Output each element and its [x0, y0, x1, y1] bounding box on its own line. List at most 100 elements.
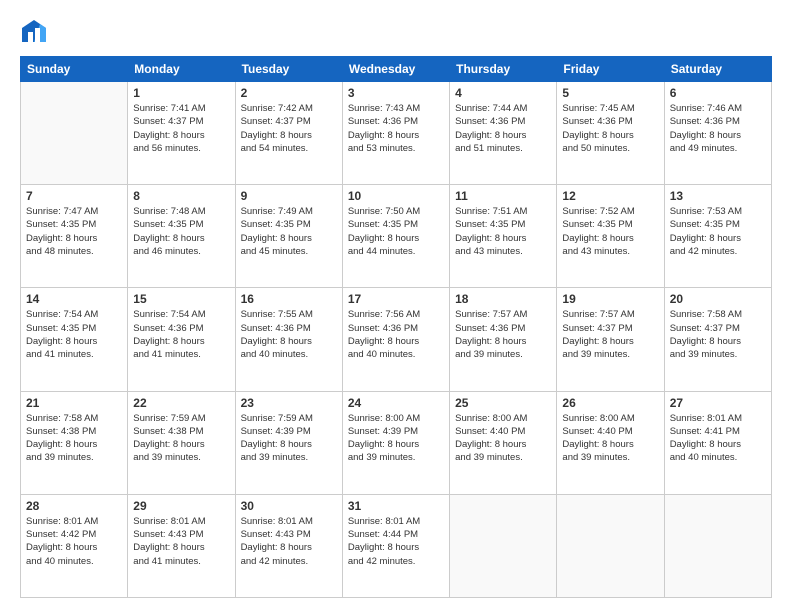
calendar-cell: 31Sunrise: 8:01 AM Sunset: 4:44 PM Dayli… — [342, 494, 449, 597]
day-number: 13 — [670, 189, 766, 203]
day-number: 20 — [670, 292, 766, 306]
calendar-cell: 17 Sunrise: 7:56 AM Sunset: 4:36 PM Dayli… — [342, 288, 449, 391]
day-number: 5 — [562, 86, 658, 100]
day-number: 10 — [348, 189, 444, 203]
day-number: 25 — [455, 396, 551, 410]
calendar-cell: 30Sunrise: 8:01 AM Sunset: 4:43 PM Dayli… — [235, 494, 342, 597]
calendar-cell: 1 Sunrise: 7:41 AM Sunset: 4:37 PM Daylig… — [128, 82, 235, 185]
logo — [20, 18, 52, 46]
calendar-cell: 15 Sunrise: 7:54 AM Sunset: 4:36 PM Dayli… — [128, 288, 235, 391]
calendar-cell: 11Sunrise: 7:51 AM Sunset: 4:35 PM Dayli… — [450, 185, 557, 288]
day-info: Sunrise: 8:01 AM Sunset: 4:41 PM Dayligh… — [670, 412, 766, 465]
day-info: Sunrise: 7:59 AM Sunset: 4:39 PM Dayligh… — [241, 412, 337, 465]
calendar-cell: 6Sunrise: 7:46 AM Sunset: 4:36 PM Daylig… — [664, 82, 771, 185]
calendar-header: SundayMondayTuesdayWednesdayThursdayFrid… — [21, 57, 772, 82]
calendar-cell: 12 Sunrise: 7:52 AM Sunset: 4:35 PM Dayli… — [557, 185, 664, 288]
day-info: Sunrise: 7:50 AM Sunset: 4:35 PM Dayligh… — [348, 205, 444, 258]
day-info: Sunrise: 7:57 AM Sunset: 4:36 PM Dayligh… — [455, 308, 551, 361]
day-number: 21 — [26, 396, 122, 410]
day-number: 12 — [562, 189, 658, 203]
logo-icon — [20, 18, 48, 46]
calendar-cell: 29Sunrise: 8:01 AM Sunset: 4:43 PM Dayli… — [128, 494, 235, 597]
day-number: 7 — [26, 189, 122, 203]
day-number: 3 — [348, 86, 444, 100]
day-number: 4 — [455, 86, 551, 100]
calendar-week-row: 14 Sunrise: 7:54 AM Sunset: 4:35 PM Dayli… — [21, 288, 772, 391]
calendar-cell: 19 Sunrise: 7:57 AM Sunset: 4:37 PM Dayli… — [557, 288, 664, 391]
calendar-cell: 9 Sunrise: 7:49 AM Sunset: 4:35 PM Daylig… — [235, 185, 342, 288]
calendar-cell: 13Sunrise: 7:53 AM Sunset: 4:35 PM Dayli… — [664, 185, 771, 288]
weekday-header-cell: Thursday — [450, 57, 557, 82]
day-info: Sunrise: 8:01 AM Sunset: 4:42 PM Dayligh… — [26, 515, 122, 568]
calendar-cell: 28 Sunrise: 8:01 AM Sunset: 4:42 PM Dayli… — [21, 494, 128, 597]
day-info: Sunrise: 7:41 AM Sunset: 4:37 PM Dayligh… — [133, 102, 229, 155]
day-info: Sunrise: 7:47 AM Sunset: 4:35 PM Dayligh… — [26, 205, 122, 258]
calendar-week-row: 1 Sunrise: 7:41 AM Sunset: 4:37 PM Daylig… — [21, 82, 772, 185]
calendar-cell: 5 Sunrise: 7:45 AM Sunset: 4:36 PM Daylig… — [557, 82, 664, 185]
calendar-cell: 16 Sunrise: 7:55 AM Sunset: 4:36 PM Dayli… — [235, 288, 342, 391]
day-number: 9 — [241, 189, 337, 203]
calendar-cell: 3 Sunrise: 7:43 AM Sunset: 4:36 PM Daylig… — [342, 82, 449, 185]
day-info: Sunrise: 7:56 AM Sunset: 4:36 PM Dayligh… — [348, 308, 444, 361]
weekday-header-cell: Tuesday — [235, 57, 342, 82]
calendar-cell — [664, 494, 771, 597]
weekday-header-cell: Friday — [557, 57, 664, 82]
day-info: Sunrise: 8:01 AM Sunset: 4:43 PM Dayligh… — [241, 515, 337, 568]
day-info: Sunrise: 7:58 AM Sunset: 4:37 PM Dayligh… — [670, 308, 766, 361]
weekday-header-cell: Saturday — [664, 57, 771, 82]
weekday-header-cell: Wednesday — [342, 57, 449, 82]
day-info: Sunrise: 8:00 AM Sunset: 4:39 PM Dayligh… — [348, 412, 444, 465]
day-number: 22 — [133, 396, 229, 410]
day-info: Sunrise: 7:57 AM Sunset: 4:37 PM Dayligh… — [562, 308, 658, 361]
calendar-cell — [21, 82, 128, 185]
day-info: Sunrise: 7:44 AM Sunset: 4:36 PM Dayligh… — [455, 102, 551, 155]
day-info: Sunrise: 7:43 AM Sunset: 4:36 PM Dayligh… — [348, 102, 444, 155]
day-number: 17 — [348, 292, 444, 306]
weekday-header-row: SundayMondayTuesdayWednesdayThursdayFrid… — [21, 57, 772, 82]
day-number: 24 — [348, 396, 444, 410]
day-info: Sunrise: 7:52 AM Sunset: 4:35 PM Dayligh… — [562, 205, 658, 258]
day-number: 28 — [26, 499, 122, 513]
day-info: Sunrise: 7:59 AM Sunset: 4:38 PM Dayligh… — [133, 412, 229, 465]
calendar-cell: 7 Sunrise: 7:47 AM Sunset: 4:35 PM Daylig… — [21, 185, 128, 288]
calendar-cell: 18 Sunrise: 7:57 AM Sunset: 4:36 PM Dayli… — [450, 288, 557, 391]
day-number: 26 — [562, 396, 658, 410]
calendar-cell: 24 Sunrise: 8:00 AM Sunset: 4:39 PM Dayli… — [342, 391, 449, 494]
day-info: Sunrise: 7:42 AM Sunset: 4:37 PM Dayligh… — [241, 102, 337, 155]
day-info: Sunrise: 7:55 AM Sunset: 4:36 PM Dayligh… — [241, 308, 337, 361]
day-info: Sunrise: 7:45 AM Sunset: 4:36 PM Dayligh… — [562, 102, 658, 155]
calendar-cell — [450, 494, 557, 597]
day-info: Sunrise: 7:54 AM Sunset: 4:36 PM Dayligh… — [133, 308, 229, 361]
calendar-cell: 26Sunrise: 8:00 AM Sunset: 4:40 PM Dayli… — [557, 391, 664, 494]
calendar-cell: 23 Sunrise: 7:59 AM Sunset: 4:39 PM Dayli… — [235, 391, 342, 494]
day-number: 27 — [670, 396, 766, 410]
calendar-cell: 27 Sunrise: 8:01 AM Sunset: 4:41 PM Dayli… — [664, 391, 771, 494]
weekday-header-cell: Sunday — [21, 57, 128, 82]
day-number: 23 — [241, 396, 337, 410]
day-number: 2 — [241, 86, 337, 100]
calendar-cell: 2 Sunrise: 7:42 AM Sunset: 4:37 PM Daylig… — [235, 82, 342, 185]
calendar-week-row: 21Sunrise: 7:58 AM Sunset: 4:38 PM Dayli… — [21, 391, 772, 494]
page: SundayMondayTuesdayWednesdayThursdayFrid… — [0, 0, 792, 612]
day-number: 6 — [670, 86, 766, 100]
calendar: SundayMondayTuesdayWednesdayThursdayFrid… — [20, 56, 772, 598]
weekday-header-cell: Monday — [128, 57, 235, 82]
calendar-cell: 4 Sunrise: 7:44 AM Sunset: 4:36 PM Daylig… — [450, 82, 557, 185]
day-number: 15 — [133, 292, 229, 306]
day-info: Sunrise: 7:49 AM Sunset: 4:35 PM Dayligh… — [241, 205, 337, 258]
calendar-cell: 8Sunrise: 7:48 AM Sunset: 4:35 PM Daylig… — [128, 185, 235, 288]
day-info: Sunrise: 8:00 AM Sunset: 4:40 PM Dayligh… — [455, 412, 551, 465]
day-number: 14 — [26, 292, 122, 306]
calendar-cell: 14 Sunrise: 7:54 AM Sunset: 4:35 PM Dayli… — [21, 288, 128, 391]
day-number: 18 — [455, 292, 551, 306]
day-number: 1 — [133, 86, 229, 100]
day-number: 19 — [562, 292, 658, 306]
day-info: Sunrise: 7:54 AM Sunset: 4:35 PM Dayligh… — [26, 308, 122, 361]
calendar-week-row: 7 Sunrise: 7:47 AM Sunset: 4:35 PM Daylig… — [21, 185, 772, 288]
calendar-cell: 22 Sunrise: 7:59 AM Sunset: 4:38 PM Dayli… — [128, 391, 235, 494]
calendar-cell: 21Sunrise: 7:58 AM Sunset: 4:38 PM Dayli… — [21, 391, 128, 494]
calendar-week-row: 28 Sunrise: 8:01 AM Sunset: 4:42 PM Dayli… — [21, 494, 772, 597]
day-number: 29 — [133, 499, 229, 513]
day-number: 16 — [241, 292, 337, 306]
header — [20, 18, 772, 46]
